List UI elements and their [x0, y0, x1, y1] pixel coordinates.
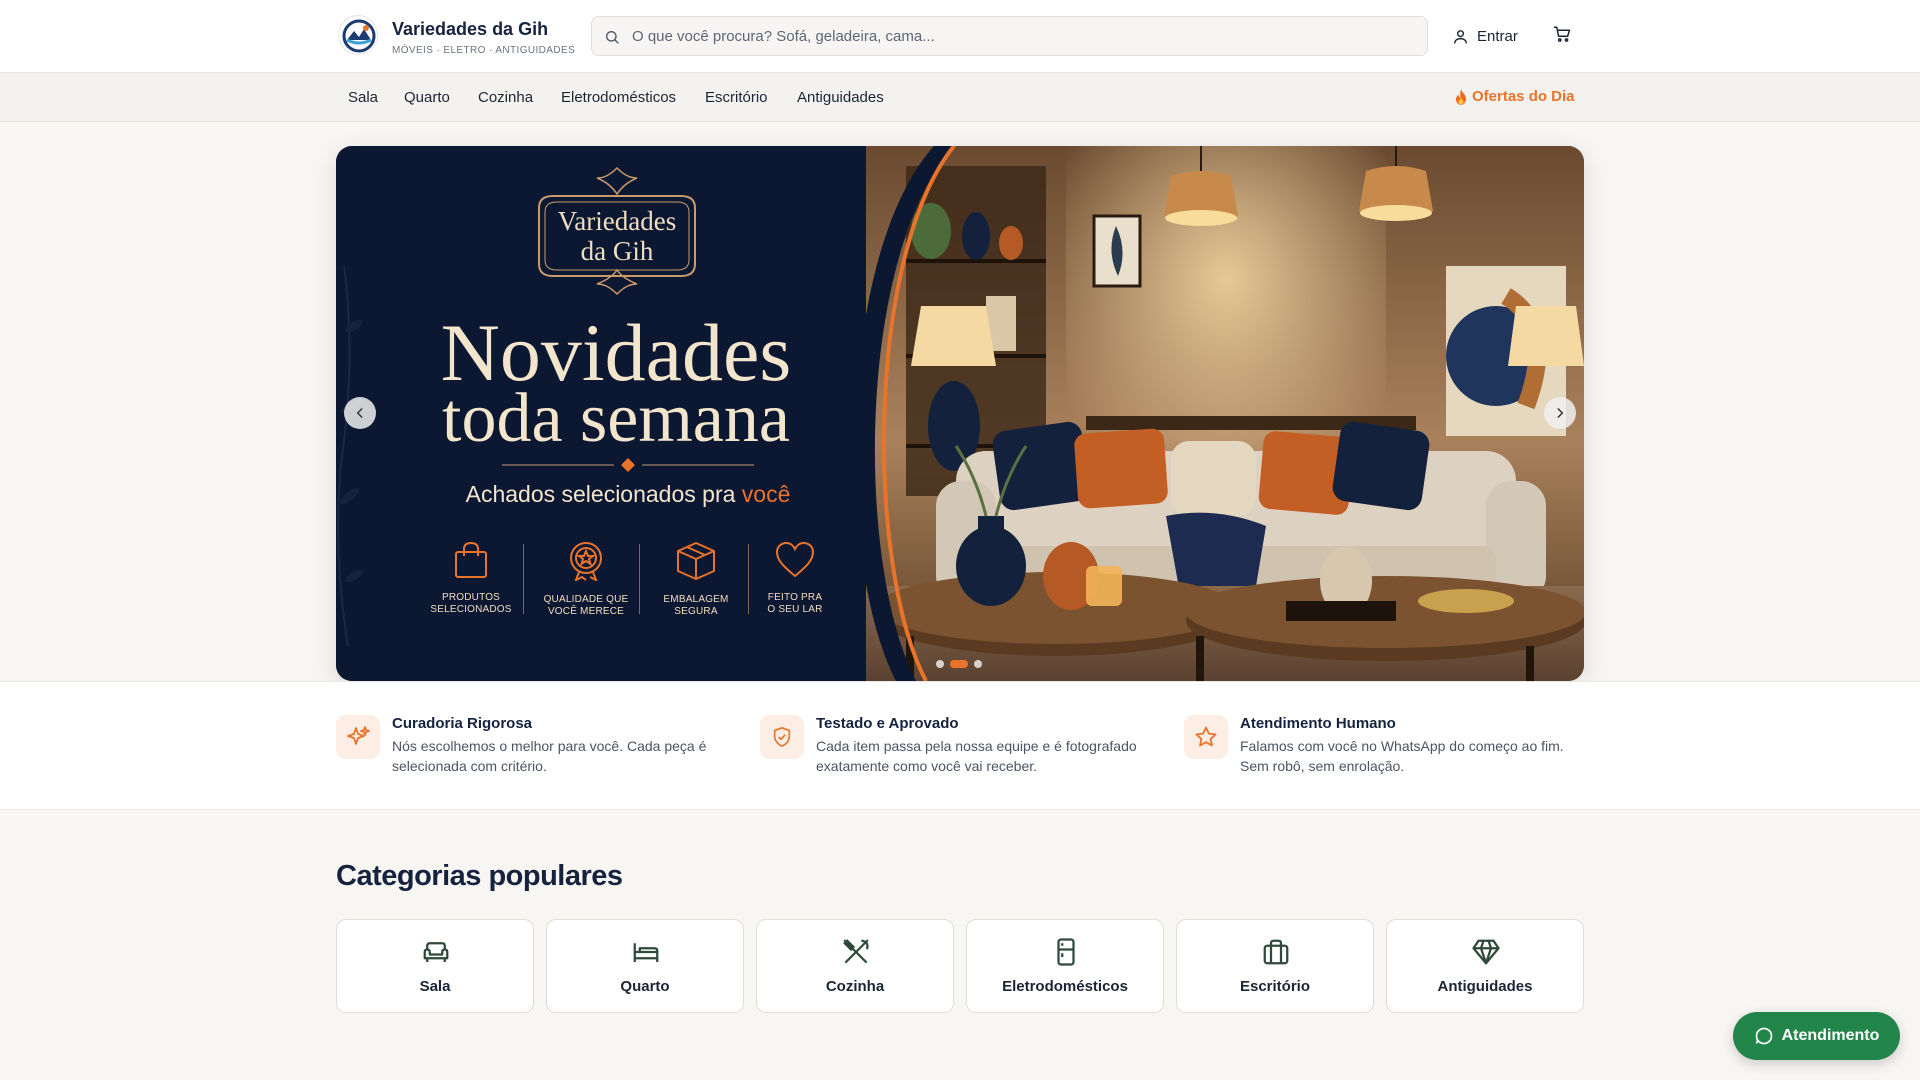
feature-divider [523, 544, 524, 614]
hero-feature-quality: QUALIDADE QUE VOCÊ MERECE [531, 541, 641, 618]
search-input[interactable] [632, 17, 1412, 55]
bed-icon [633, 943, 659, 962]
brand-tagline: MÓVEIS · ELETRO · ANTIGUIDADES [392, 45, 576, 56]
search-bar [591, 16, 1428, 56]
chevron-left-icon [356, 408, 363, 418]
hero-logo-line2: da Gih [580, 236, 654, 266]
categories-title: Categorias populares [336, 860, 623, 892]
whatsapp-support-button[interactable]: Atendimento [1733, 1012, 1900, 1060]
top-header: Variedades da Gih MÓVEIS · ELETRO · ANTI… [0, 0, 1920, 73]
sofa-icon [423, 942, 449, 962]
hero-subtitle-accent: você [741, 481, 791, 507]
gem-icon [1472, 939, 1500, 965]
whatsapp-label: Atendimento [1781, 1027, 1880, 1044]
nav-item-quarto[interactable]: Quarto [404, 89, 450, 106]
hero-feature-home: FEITO PRA O SEU LAR [740, 541, 850, 616]
hero-subtitle: Achados selecionados pra você [336, 481, 920, 508]
deals-label: Ofertas do Dia [1472, 88, 1575, 105]
utensils-icon [843, 939, 869, 964]
nav-item-cozinha[interactable]: Cozinha [478, 89, 533, 106]
search-icon [606, 31, 619, 44]
nav-item-escritorio[interactable]: Escritório [705, 89, 768, 106]
carousel-dot-2[interactable] [950, 660, 968, 668]
carousel-indicators [936, 660, 982, 668]
shield-check-icon [760, 715, 804, 759]
star-icon [1184, 715, 1228, 759]
deals-link[interactable]: Ofertas do Dia [1454, 88, 1575, 105]
user-icon [1454, 29, 1467, 44]
sparkles-icon [336, 715, 380, 759]
category-label: Quarto [620, 978, 670, 995]
category-card-antiguidades[interactable]: Antiguidades [1386, 919, 1584, 1013]
chat-icon [1755, 1027, 1772, 1045]
quality-badge-icon [570, 542, 602, 583]
hero-logo-text: Variedades da Gih [517, 206, 717, 266]
benefit-text: Nós escolhemos o melhor para você. Cada … [392, 738, 707, 774]
refrigerator-icon [1057, 938, 1075, 966]
package-icon [677, 542, 715, 580]
category-card-escritorio[interactable]: Escritório [1176, 919, 1374, 1013]
brand-logo[interactable] [338, 15, 378, 55]
cart-button[interactable] [1553, 25, 1575, 47]
briefcase-icon [1263, 939, 1289, 965]
feature-divider [639, 544, 640, 614]
nav-item-eletrodomesticos[interactable]: Eletrodomésticos [561, 89, 676, 106]
hero-feature-caption: QUALIDADE QUE VOCÊ MERECE [543, 594, 629, 617]
login-button[interactable]: Entrar [1452, 22, 1518, 50]
benefit-title: Testado e Aprovado [816, 715, 959, 732]
hero-living-room-image [866, 146, 1584, 681]
nav-item-sala[interactable]: Sala [348, 89, 378, 106]
carousel-dot-1[interactable] [936, 660, 944, 668]
carousel-next-button[interactable] [1544, 397, 1576, 429]
category-card-sala[interactable]: Sala [336, 919, 534, 1013]
category-card-quarto[interactable]: Quarto [546, 919, 744, 1013]
hero-feature-caption: FEITO PRA O SEU LAR [767, 592, 823, 615]
shopping-bag-icon [455, 541, 487, 578]
benefit-text: Falamos com você no WhatsApp do começo a… [1240, 738, 1564, 774]
hero-carousel[interactable]: Variedades da Gih Novidades toda semana … [336, 146, 1584, 681]
hero-feature-selected: PRODUTOS SELECIONADOS [416, 541, 526, 616]
category-nav: Sala Quarto Cozinha Eletrodomésticos Esc… [0, 73, 1920, 122]
hero-feature-packaging: EMBALAGEM SEGURA [641, 541, 751, 618]
hero-subtitle-text: Achados selecionados pra [465, 481, 736, 507]
carousel-dot-3[interactable] [974, 660, 982, 668]
category-label: Escritório [1239, 978, 1311, 995]
heart-icon [775, 541, 815, 578]
hero-feature-caption: PRODUTOS SELECIONADOS [430, 592, 512, 615]
brand-name[interactable]: Variedades da Gih [392, 19, 548, 40]
hero-logo-line1: Variedades [557, 206, 677, 236]
benefit-title: Atendimento Humano [1240, 715, 1396, 732]
benefits-strip: Curadoria Rigorosa Nós escolhemos o melh… [0, 681, 1920, 810]
divider-ornament [502, 458, 754, 472]
category-card-cozinha[interactable]: Cozinha [756, 919, 954, 1013]
chevron-right-icon [1557, 408, 1564, 418]
category-card-eletrodomesticos[interactable]: Eletrodomésticos [966, 919, 1164, 1013]
cart-icon [1553, 26, 1571, 42]
hero-headline-line2: toda semana [442, 380, 790, 457]
nav-item-antiguidades[interactable]: Antiguidades [797, 89, 884, 106]
benefit-title: Curadoria Rigorosa [392, 715, 533, 732]
category-label: Antiguidades [1437, 978, 1533, 995]
category-label: Cozinha [825, 978, 885, 995]
category-label: Sala [419, 978, 451, 995]
hero-feature-caption: EMBALAGEM SEGURA [663, 594, 729, 617]
hero-arc-divider [854, 146, 956, 681]
login-label: Entrar [1477, 27, 1518, 45]
carousel-prev-button[interactable] [344, 397, 376, 429]
fire-icon [1456, 88, 1466, 105]
benefit-text: Cada item passa pela nossa equipe e é fo… [816, 738, 1137, 774]
category-label: Eletrodomésticos [1002, 978, 1128, 995]
